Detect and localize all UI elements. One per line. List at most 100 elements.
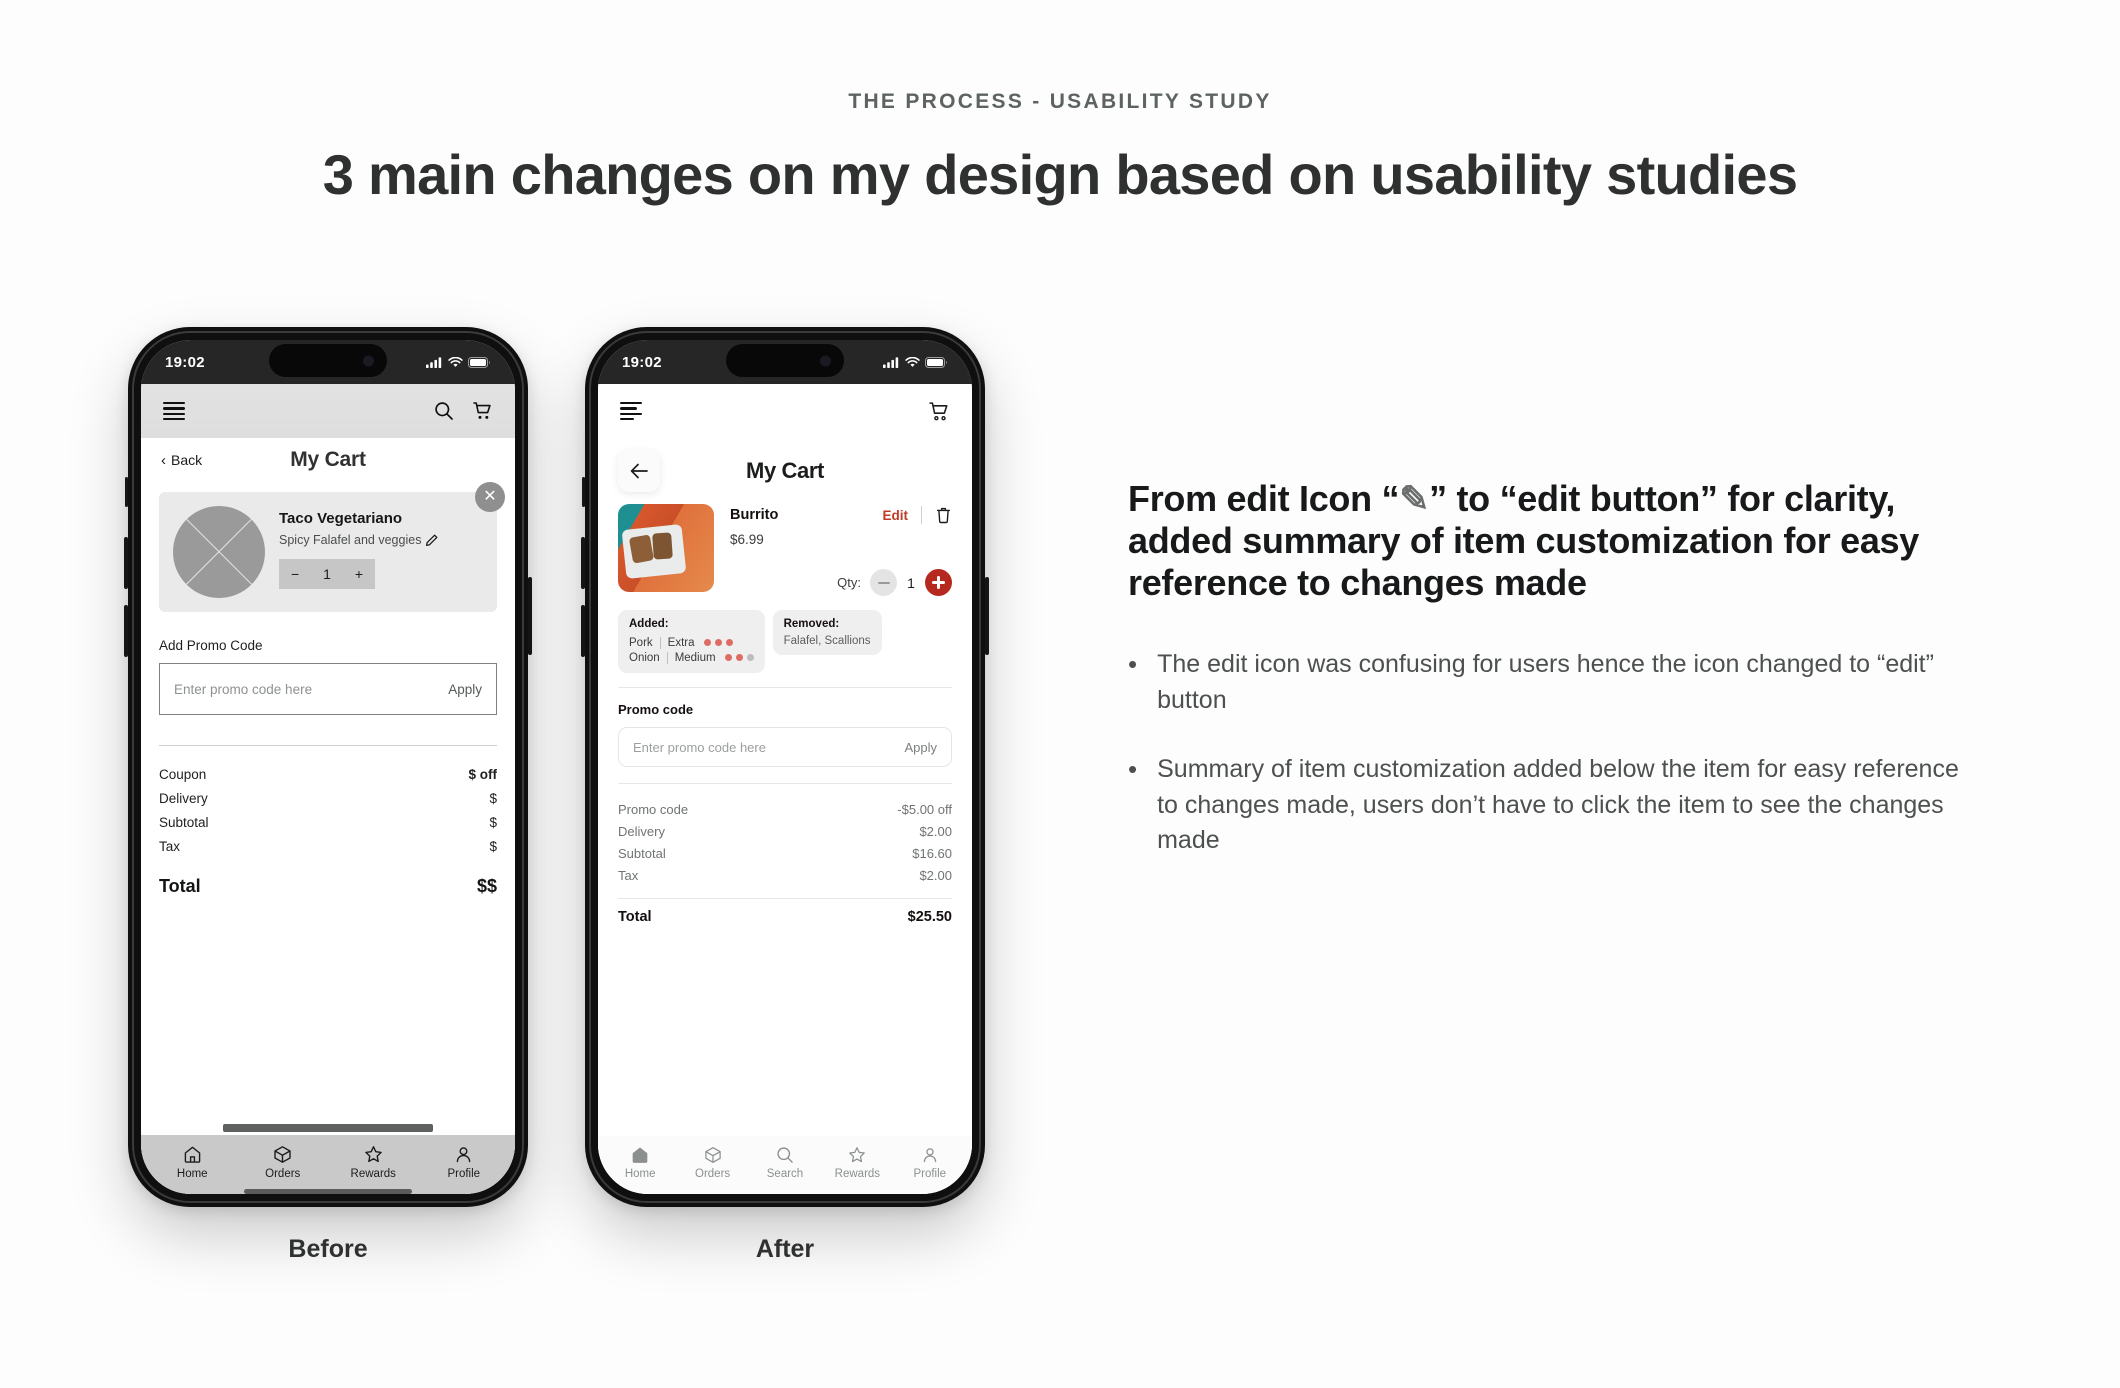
quantity-decrement-button[interactable]: [870, 569, 897, 596]
star-icon: [848, 1146, 866, 1164]
summary-row: Promo code -$5.00 off: [618, 798, 952, 820]
status-time: 19:02: [622, 353, 662, 371]
cart-item-row: Burrito Edit $6.99 Qty: 1: [598, 494, 972, 596]
section-divider: [618, 687, 952, 688]
summary-row: Tax $2.00: [618, 864, 952, 886]
edit-button[interactable]: Edit: [883, 508, 909, 523]
summary-row: Delivery $2.00: [618, 820, 952, 842]
summary-label: Subtotal: [618, 845, 666, 861]
wifi-icon: [448, 356, 463, 368]
quantity-increment-button[interactable]: [925, 569, 952, 596]
tab-orders[interactable]: Orders: [247, 1145, 319, 1180]
tab-search[interactable]: Search: [749, 1146, 821, 1180]
dynamic-island: [726, 344, 844, 377]
spice-level-dots: [724, 654, 754, 661]
person-icon: [921, 1146, 939, 1164]
tab-label: Home: [624, 1168, 656, 1180]
cart-icon[interactable]: [928, 401, 950, 422]
summary-row: Subtotal $: [159, 810, 497, 834]
home-icon: [631, 1146, 649, 1164]
trash-icon[interactable]: [935, 506, 952, 524]
order-summary-list: Promo code -$5.00 off Delivery $2.00 Sub…: [618, 798, 952, 886]
tab-profile[interactable]: Profile: [428, 1145, 500, 1180]
phone-mute-switch: [582, 477, 585, 507]
after-phone-mockup: 19:02 My Cart Burrito Edit $6.99 Qty: 1 …: [581, 327, 989, 1207]
battery-icon: [468, 356, 491, 368]
tab-label: Rewards: [350, 1168, 396, 1180]
tab-label: Orders: [265, 1168, 301, 1180]
after-cart-page: My Cart Burrito Edit $6.99 Qty: 1 Added:…: [598, 438, 972, 1194]
summary-row: Subtotal $16.60: [618, 842, 952, 864]
divider: [666, 651, 668, 664]
quantity-stepper: Qty: 1: [730, 569, 952, 596]
scroll-indicator[interactable]: [223, 1124, 433, 1132]
hamburger-menu-icon[interactable]: [163, 401, 185, 421]
tab-home[interactable]: Home: [604, 1146, 676, 1180]
dynamic-island: [269, 344, 387, 377]
tab-label: Rewards: [834, 1168, 881, 1180]
added-heading: Added:: [629, 618, 669, 630]
cellular-bars-icon: [883, 356, 900, 368]
list-item: • The edit icon was confusing for users …: [1128, 647, 1968, 718]
tab-label: Profile: [913, 1168, 947, 1180]
cart-icon[interactable]: [472, 401, 493, 421]
summary-value: $: [489, 814, 497, 830]
quantity-value: 1: [907, 574, 915, 591]
tab-label: Profile: [447, 1168, 481, 1180]
removed-items: Falafel, Scallions: [783, 635, 871, 647]
close-icon[interactable]: ✕: [475, 482, 505, 512]
quantity-decrement-button[interactable]: −: [291, 566, 299, 582]
added-tag-card: Added: Pork Extra Onion Medium: [618, 610, 765, 673]
tab-rewards[interactable]: Rewards: [821, 1146, 893, 1180]
apply-promo-button[interactable]: Apply: [448, 682, 482, 697]
summary-label: Coupon: [159, 766, 207, 782]
order-summary-list: Coupon $ off Delivery $ Subtotal $ Tax $: [159, 762, 497, 858]
tab-home[interactable]: Home: [156, 1145, 228, 1180]
arrow-left-icon: [630, 463, 649, 479]
promo-code-placeholder: Enter promo code here: [174, 681, 313, 697]
hamburger-menu-icon[interactable]: [620, 401, 642, 421]
total-label: Total: [618, 909, 652, 925]
summary-label: Tax: [618, 867, 639, 883]
promo-code-input[interactable]: Enter promo code here Apply: [618, 727, 952, 767]
back-button[interactable]: ‹ Back: [161, 452, 202, 468]
burrito-photo[interactable]: [618, 504, 714, 592]
summary-row: Delivery $: [159, 786, 497, 810]
quantity-value: 1: [323, 566, 331, 582]
summary-label: Promo code: [618, 801, 689, 817]
item-description: Spicy Falafel and veggies: [279, 533, 422, 547]
apply-promo-button[interactable]: Apply: [904, 740, 937, 755]
annotation-bullet-list: • The edit icon was confusing for users …: [1128, 647, 1968, 859]
pencil-edit-icon[interactable]: [425, 534, 438, 547]
bottom-tab-bar: Home Orders Search Rewards Profile: [598, 1136, 972, 1194]
summary-value: $16.60: [912, 845, 952, 861]
search-icon: [776, 1146, 794, 1164]
order-total-row: Total $$: [159, 876, 497, 897]
promo-code-input[interactable]: Enter promo code here Apply: [159, 663, 497, 715]
tab-profile[interactable]: Profile: [894, 1146, 966, 1180]
bullet-text: The edit icon was confusing for users he…: [1157, 650, 1934, 714]
cart-item-card[interactable]: Taco Vegetariano Spicy Falafel and veggi…: [159, 482, 505, 612]
bullet-dot-icon: •: [1128, 649, 1138, 680]
summary-row: Tax $: [159, 834, 497, 858]
removed-tag-card: Removed: Falafel, Scallions: [772, 610, 882, 655]
page-title: 3 main changes on my design based on usa…: [322, 143, 1798, 206]
item-description-row: Spicy Falafel and veggies: [279, 533, 438, 547]
status-bar: 19:02: [598, 340, 972, 384]
before-phone-screen: 19:02 ‹ Back My Cart Taco Vegetariano Sp…: [141, 340, 515, 1194]
phone-volume-up-button: [581, 537, 585, 589]
search-icon[interactable]: [434, 401, 454, 421]
quantity-stepper[interactable]: − 1 +: [279, 559, 375, 589]
tab-orders[interactable]: Orders: [676, 1146, 748, 1180]
section-eyebrow: THE PROCESS - USABILITY STUDY: [848, 90, 1272, 113]
summary-value: -$5.00 off: [897, 801, 952, 817]
quantity-increment-button[interactable]: +: [355, 566, 363, 582]
back-button[interactable]: [618, 450, 660, 492]
cellular-bars-icon: [426, 356, 443, 368]
tab-rewards[interactable]: Rewards: [337, 1145, 409, 1180]
phone-volume-down-button: [581, 605, 585, 657]
added-line: Onion Medium: [629, 650, 754, 665]
tab-label: Home: [176, 1168, 208, 1180]
added-item-option: Extra: [667, 636, 695, 649]
section-divider: [618, 783, 952, 784]
